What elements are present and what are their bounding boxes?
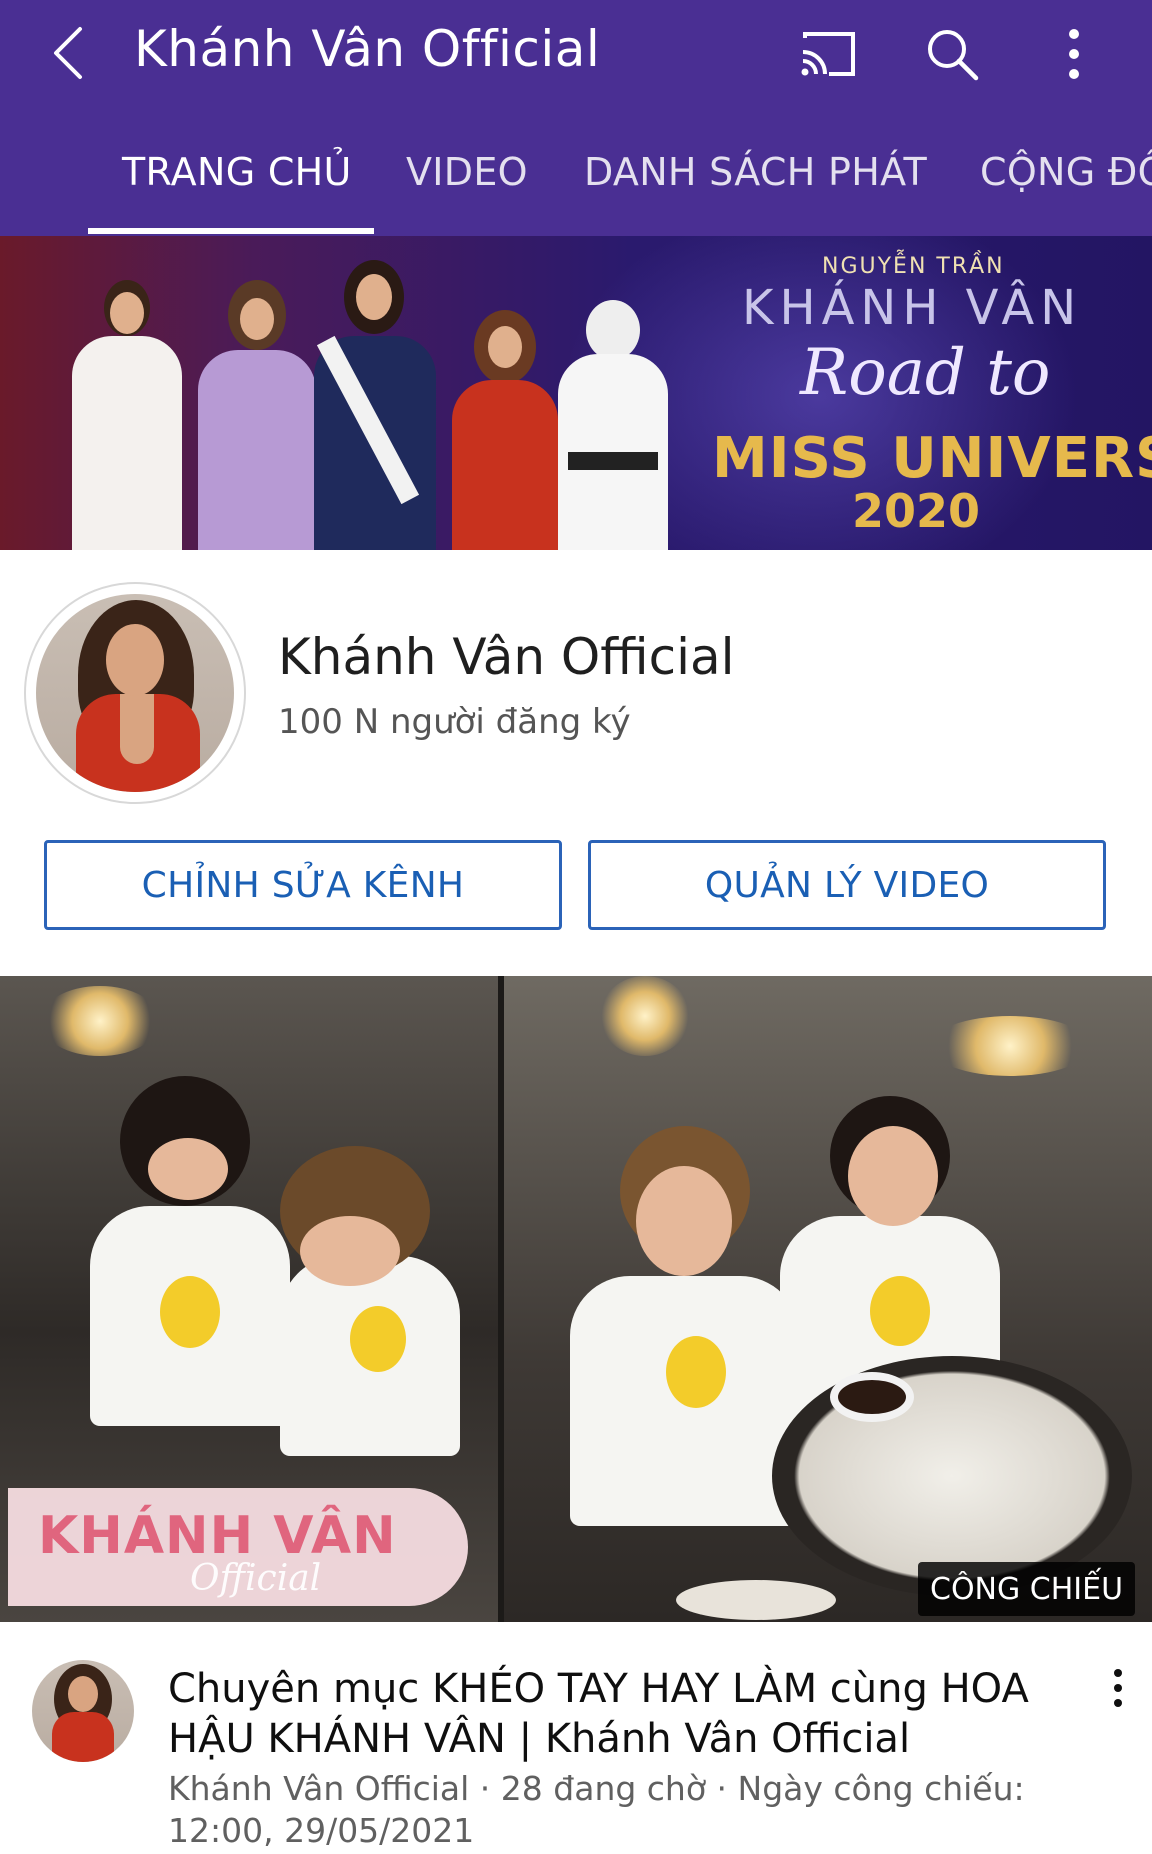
channel-avatar[interactable] [24,582,246,804]
video-metadata: Khánh Vân Official · 28 đang chờ · Ngày … [168,1769,1025,1850]
banner-road-script: Road to [800,336,1051,410]
banner-figure-protective-suit [548,300,678,550]
logo-text: KHÁNH VÂN [38,1506,397,1566]
sushi-board [676,1580,836,1620]
video-title[interactable]: Chuyên mục KHÉO TAY HAY LÀM cùng HOA HẬU… [168,1664,1068,1764]
logo-script-text: Official [190,1558,322,1599]
tab-videos[interactable]: VIDEO [406,150,528,194]
banner-miss-universe: MISS UNIVERSE [712,426,1152,491]
video-person [260,1126,460,1506]
featured-video-thumbnail[interactable]: KHÁNH VÂN Official CÔNG CHIẾU [0,976,1152,1622]
more-options-button[interactable] [1042,22,1106,86]
tab-community[interactable]: CỘNG ĐỒ [980,150,1152,194]
banner-figure-navy-sash [300,260,450,550]
banner-name: KHÁNH VÂN [742,280,1083,336]
avatar-image [36,594,234,792]
premiere-badge: CÔNG CHIẾU [918,1562,1136,1616]
video-person [570,1126,800,1546]
channel-name: Khánh Vân Official [278,628,735,686]
top-toolbar: Khánh Vân Official [0,0,1152,110]
cast-button[interactable] [796,22,860,86]
back-button[interactable] [36,16,100,90]
video-channel-avatar[interactable] [32,1660,134,1762]
subscriber-count: 100 N người đăng ký [278,702,631,742]
edit-channel-button[interactable]: CHỈNH SỬA KÊNH [44,840,562,930]
soy-sauce-dish [830,1372,914,1422]
cast-icon [801,32,855,76]
more-vertical-icon [1114,1669,1122,1707]
sushi-plate [772,1356,1132,1596]
video-more-button[interactable] [1098,1660,1138,1716]
manage-videos-button[interactable]: QUẢN LÝ VIDEO [588,840,1106,930]
search-button[interactable] [920,22,984,86]
banner-figure-white-aodai [62,280,192,550]
channel-header: Khánh Vân Official 100 N người đăng ký C… [0,550,1152,976]
chevron-left-icon [54,27,82,79]
app-title: Khánh Vân Official [134,20,601,78]
search-icon [928,30,979,81]
banner-pretitle: NGUYỄN TRẦN [822,254,1005,279]
banner-year: 2020 [852,484,981,538]
chandelier-light [600,976,690,1056]
channel-tabs: TRANG CHỦ VIDEO DANH SÁCH PHÁT CỘNG ĐỒ [0,140,1152,236]
tab-home[interactable]: TRANG CHỦ [122,150,352,194]
app-bar: Khánh Vân Official TRANG CHỦ VIDEO DANH … [0,0,1152,236]
video-details: Chuyên mục KHÉO TAY HAY LÀM cùng HOA HẬU… [0,1622,1152,1854]
active-tab-indicator [88,228,374,234]
channel-banner: NGUYỄN TRẦN KHÁNH VÂN Road to MISS UNIVE… [0,236,1152,550]
tab-playlists[interactable]: DANH SÁCH PHÁT [584,150,927,194]
more-vertical-icon [1069,29,1079,79]
